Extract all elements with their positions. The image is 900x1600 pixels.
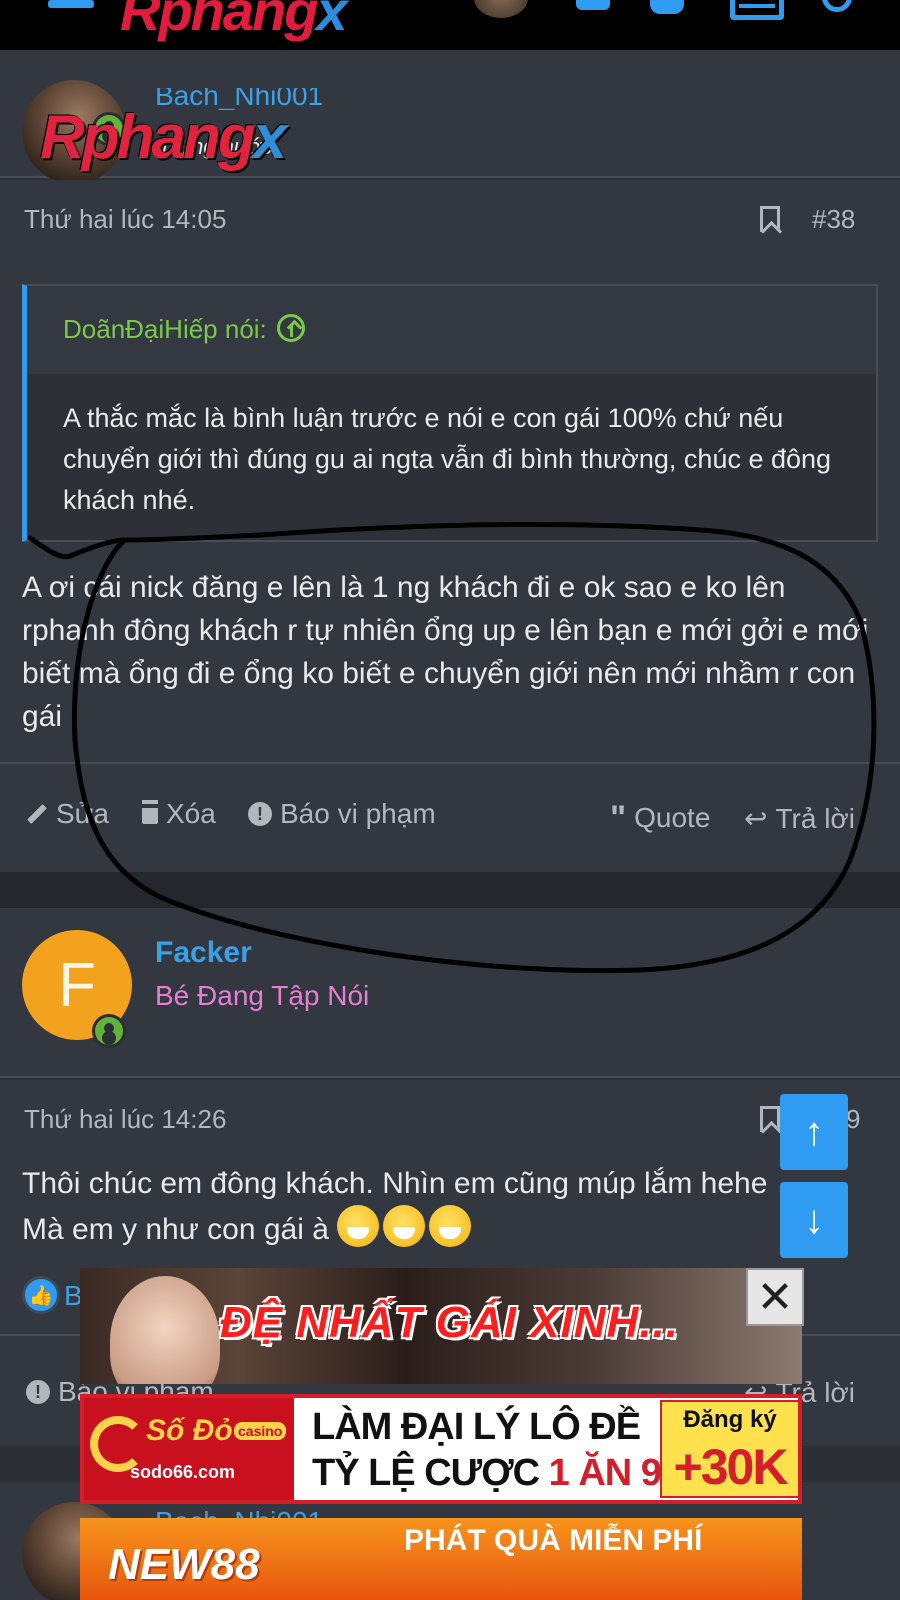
emoji-icon <box>429 1205 472 1247</box>
post-separator <box>0 872 900 908</box>
ad-logo: Số Đỏ casino sodo66.com <box>84 1398 294 1500</box>
ad-subline: TỶ LỆ CƯỢC 1 ĂN 99.5 <box>312 1452 712 1494</box>
author-name[interactable]: Facker <box>155 936 252 970</box>
ad-brand-tag: casino <box>234 1422 287 1440</box>
divider <box>0 762 900 764</box>
trash-icon <box>142 804 158 824</box>
arrow-up-circle-icon[interactable] <box>276 314 305 342</box>
post-number[interactable]: 9 <box>846 1104 860 1135</box>
reply-button[interactable]: ↩ Trả lời <box>744 802 855 835</box>
alert-icon: ! <box>248 802 272 826</box>
post-time[interactable]: Thứ hai lúc 14:26 <box>24 1104 226 1135</box>
quote-header[interactable]: DoãnĐạiHiếp nói: <box>27 286 876 374</box>
banner-ad[interactable]: ĐỆ NHẤT GÁI XINH... <box>80 1268 802 1384</box>
ad-register-label: Đăng ký <box>683 1406 777 1433</box>
ad-headline: PHÁT QUÀ MIỄN PHÍ <box>404 1524 703 1557</box>
report-button[interactable]: ! Báo vi phạm <box>248 798 436 830</box>
quote-button[interactable]: " Quote <box>610 799 710 837</box>
post-number[interactable]: #38 <box>812 204 855 235</box>
banner-ad[interactable]: NEW88 PHÁT QUÀ MIỄN PHÍ <box>80 1518 802 1600</box>
post-38: Thứ hai lúc 14:05 #38 DoãnĐạiHiếp nói: A… <box>0 180 900 872</box>
quote-author[interactable]: DoãnĐạiHiếp nói: <box>63 314 305 345</box>
bookmark-icon[interactable] <box>760 206 780 232</box>
quote-block: DoãnĐạiHiếp nói: A thắc mắc là bình luận… <box>22 284 878 542</box>
scroll-up-button[interactable]: ↑ <box>780 1094 848 1170</box>
arrow-up-icon: ↑ <box>804 1109 824 1154</box>
reply-icon: ↩ <box>744 803 768 834</box>
bookmark-icon[interactable] <box>760 1106 780 1132</box>
message-line: Mà em y như con gái à <box>22 1205 882 1251</box>
inbox-icon[interactable] <box>730 0 784 20</box>
message-line: Thôi chúc em đông khách. Nhìn em cũng mú… <box>22 1167 768 1200</box>
chat-icon[interactable] <box>576 0 610 10</box>
ad-site: sodo66.com <box>130 1462 236 1482</box>
arrow-down-icon: ↓ <box>804 1197 824 1242</box>
emoji-icon <box>337 1205 380 1247</box>
thumbs-up-icon[interactable]: 👍 <box>22 1276 60 1314</box>
quote-text: A thắc mắc là bình luận trước e nói e co… <box>63 403 832 515</box>
ad-brand: Số Đỏ <box>146 1414 233 1447</box>
emoji-icon <box>383 1205 426 1247</box>
post-39: Thứ hai lúc 14:26 9 Thôi chúc em đông kh… <box>0 1080 900 1446</box>
close-icon[interactable]: ✕ <box>746 1268 804 1326</box>
user-avatar[interactable] <box>474 0 528 18</box>
post-time[interactable]: Thứ hai lúc 14:05 <box>24 204 226 235</box>
quote-icon: " <box>610 799 627 837</box>
hamburger-icon[interactable] <box>48 0 94 8</box>
post-author-header: F Facker Bé Đang Tập Nói <box>0 908 900 1078</box>
watermark-logo: Rphangx <box>40 103 287 172</box>
ad-register-box[interactable]: Đăng ký +30K <box>660 1400 798 1498</box>
online-status-icon <box>92 1014 126 1048</box>
bell-icon[interactable] <box>650 0 684 14</box>
author-title: Bé Đang Tập Nói <box>155 980 370 1011</box>
post-author-header: Bach_Nhi001 Trưng nước Rphangx <box>0 50 900 184</box>
pencil-icon <box>27 804 47 824</box>
ad-photo <box>110 1276 220 1384</box>
ad-headline: ĐỆ NHẤT GÁI XINH... <box>220 1298 680 1347</box>
post-message: Thôi chúc em đông khách. Nhìn em cũng mú… <box>22 1162 882 1251</box>
delete-button[interactable]: Xóa <box>142 798 216 830</box>
edit-button[interactable]: Sửa <box>26 798 109 830</box>
search-icon[interactable] <box>822 0 852 12</box>
top-navigation-bar: Rphangx <box>0 0 900 50</box>
banner-ad[interactable]: Số Đỏ casino sodo66.com LÀM ĐẠI LÝ LÔ ĐỀ… <box>80 1394 802 1504</box>
site-logo[interactable]: Rphangx <box>120 0 348 43</box>
ad-headline: LÀM ĐẠI LÝ LÔ ĐỀ <box>312 1406 641 1448</box>
scroll-down-button[interactable]: ↓ <box>780 1182 848 1258</box>
ad-bonus: +30K <box>673 1439 789 1495</box>
post-message: A ơi cái nick đăng e lên là 1 ng khách đ… <box>22 571 869 733</box>
ad-brand: NEW88 <box>108 1540 260 1589</box>
alert-icon: ! <box>26 1380 50 1404</box>
